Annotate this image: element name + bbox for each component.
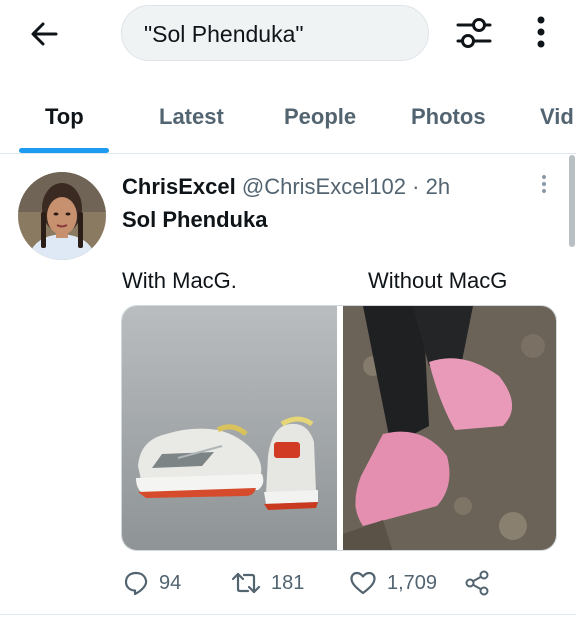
- search-tabs: Top Latest People Photos Vid: [0, 90, 576, 154]
- display-name[interactable]: ChrisExcel: [122, 174, 236, 199]
- separator-dot: ·: [412, 174, 420, 199]
- search-filter-button[interactable]: [452, 13, 496, 53]
- top-bar: [0, 0, 576, 70]
- retweet-count: 181: [271, 571, 305, 594]
- tab-videos[interactable]: Vid: [540, 104, 574, 130]
- tweet-media: [121, 305, 557, 551]
- like-count: 1,709: [387, 571, 438, 594]
- tab-latest[interactable]: Latest: [159, 104, 224, 130]
- more-vertical-icon: [537, 16, 545, 48]
- more-vertical-icon: [542, 175, 546, 193]
- arrow-left-icon: [31, 22, 58, 46]
- reply-icon: [124, 571, 148, 596]
- reply-button[interactable]: 94: [123, 565, 181, 601]
- tweet[interactable]: ChrisExcel @ChrisExcel102 · 2h Sol Phend…: [0, 155, 576, 615]
- back-button[interactable]: [26, 16, 62, 52]
- tweet-header: ChrisExcel @ChrisExcel102 · 2h: [122, 174, 450, 200]
- tab-people[interactable]: People: [284, 104, 356, 130]
- reply-count: 94: [159, 571, 182, 594]
- search-input[interactable]: [144, 20, 414, 48]
- tab-photos[interactable]: Photos: [411, 104, 486, 130]
- tweet-actions: 94 181 1,709: [121, 565, 557, 601]
- retweet-icon: [231, 572, 261, 594]
- tab-top[interactable]: Top: [45, 104, 84, 130]
- user-handle[interactable]: @ChrisExcel102: [242, 174, 406, 199]
- search-box[interactable]: [121, 5, 429, 61]
- retweet-button[interactable]: 181: [231, 565, 304, 601]
- avatar-image: [18, 172, 106, 260]
- avatar[interactable]: [18, 172, 106, 260]
- tweet-time[interactable]: 2h: [426, 174, 450, 199]
- overflow-menu-button[interactable]: [524, 14, 558, 52]
- caption-right: Without MacG: [368, 268, 508, 293]
- caption-left: With MacG.: [122, 268, 237, 293]
- scrollbar[interactable]: [569, 155, 575, 247]
- heart-icon: [350, 571, 376, 595]
- sliders-icon: [456, 18, 492, 48]
- photo-pink-shoes[interactable]: [343, 306, 556, 550]
- share-icon: [465, 570, 489, 596]
- tweet-menu-button[interactable]: [534, 173, 554, 197]
- active-tab-indicator: [19, 148, 109, 153]
- share-button[interactable]: [463, 565, 491, 601]
- like-button[interactable]: 1,709: [349, 565, 437, 601]
- photo-sneakers[interactable]: [122, 306, 337, 550]
- tweet-text: Sol Phenduka: [122, 207, 268, 232]
